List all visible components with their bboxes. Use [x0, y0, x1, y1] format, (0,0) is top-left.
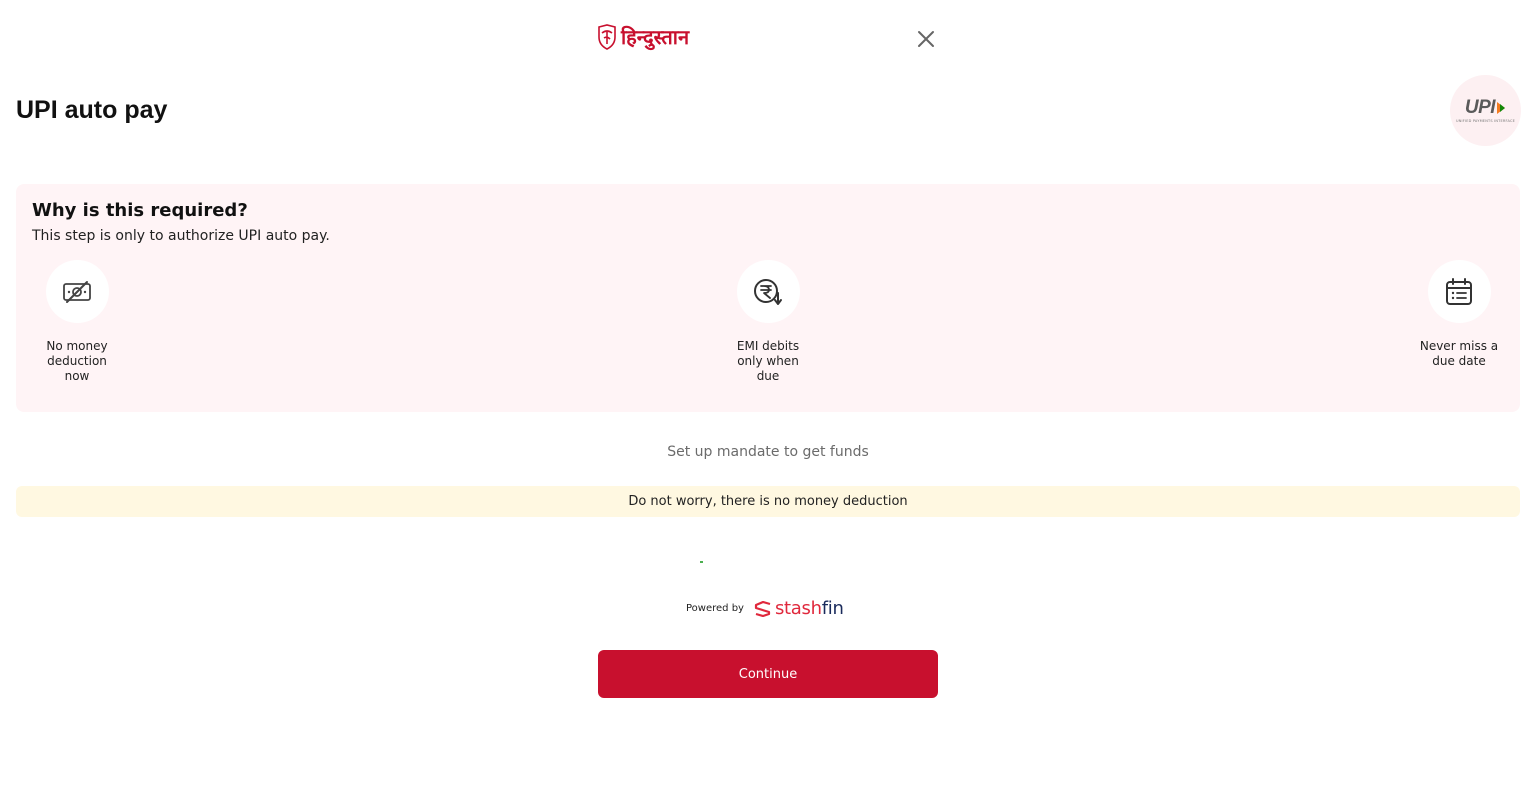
feature-no-deduction: No money deduction now	[32, 260, 122, 384]
stashfin-wordmark: stashfin	[775, 598, 844, 619]
upi-logo-badge: UPI UNIFIED PAYMENTS INTERFACE	[1450, 75, 1521, 146]
mandate-text: Set up mandate to get funds	[667, 444, 869, 460]
continue-label: Continue	[738, 666, 798, 682]
feature-emi-debits: EMI debits only when due	[723, 260, 813, 384]
feature-icon-circle	[45, 260, 109, 323]
stashfin-logo: stashfin	[754, 598, 844, 619]
feature-never-miss: Never miss a due date	[1414, 260, 1504, 369]
feature-label: Never miss a due date	[1419, 339, 1499, 368]
no-deduction-notice: Do not worry, there is no money deductio…	[16, 486, 1520, 517]
feature-label: EMI debits only when due	[736, 339, 800, 383]
no-money-icon	[63, 280, 91, 303]
card-heading: Why is this required?	[32, 200, 248, 221]
close-icon	[918, 31, 934, 47]
feature-icon-circle	[1427, 260, 1491, 323]
upi-arrow-icon	[1497, 101, 1506, 114]
notice-text: Do not worry, there is no money deductio…	[628, 494, 908, 509]
stashfin-brand: stash	[774, 598, 822, 619]
page-title: UPI auto pay	[16, 96, 168, 124]
card-subtext: This step is only to authorize UPI auto …	[32, 228, 330, 244]
why-required-card: Why is this required? This step is only …	[16, 184, 1520, 412]
close-button[interactable]	[914, 27, 938, 51]
upi-logo: UPI	[1464, 96, 1506, 118]
upi-logo-text: UPI	[1464, 96, 1496, 118]
powered-by-label: Powered by	[686, 603, 744, 614]
stashfin-brand-suffix: fin	[821, 598, 844, 619]
upi-tagline: UNIFIED PAYMENTS INTERFACE	[1455, 118, 1516, 123]
hindustan-shield-icon	[598, 24, 616, 50]
logo-text: हिन्दुस्तान	[621, 25, 690, 49]
stashfin-mark-icon	[754, 600, 771, 617]
hindustan-logo: हिन्दुस्तान	[597, 24, 689, 50]
feature-label: No money deduction now	[46, 339, 108, 383]
continue-button[interactable]: Continue	[598, 650, 938, 698]
rupee-debit-icon	[754, 278, 782, 305]
upi-autopay-page: हिन्दुस्तान UPI auto pay UPI UNIFIED PAY…	[0, 0, 1536, 800]
loading-indicator	[700, 561, 703, 563]
calendar-icon	[1446, 277, 1472, 305]
powered-by: Powered by stashfin	[686, 598, 844, 619]
feature-icon-circle	[736, 260, 800, 323]
